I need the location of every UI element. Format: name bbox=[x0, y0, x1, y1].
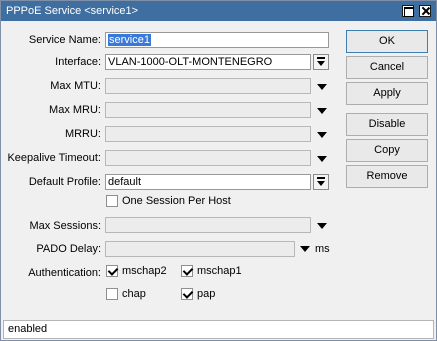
max-sessions-dropdown-icon[interactable] bbox=[317, 223, 327, 229]
auth-mschap2-checkbox[interactable] bbox=[106, 265, 118, 277]
auth-mschap2-label: mschap2 bbox=[122, 265, 167, 277]
remove-button[interactable]: Remove bbox=[346, 165, 428, 188]
auth-chap-label: chap bbox=[122, 288, 146, 300]
service-name-value: service1 bbox=[108, 34, 151, 46]
auth-chap-checkbox[interactable] bbox=[106, 288, 118, 300]
max-mtu-input[interactable] bbox=[105, 78, 311, 94]
default-profile-dropdown-icon[interactable] bbox=[313, 174, 329, 190]
auth-pap-checkbox[interactable] bbox=[181, 288, 193, 300]
keepalive-timeout-label: Keepalive Timeout: bbox=[7, 152, 101, 164]
cancel-button[interactable]: Cancel bbox=[346, 56, 428, 79]
keepalive-timeout-input[interactable] bbox=[105, 150, 311, 166]
auth-mschap1-checkbox[interactable] bbox=[181, 265, 193, 277]
mrru-label: MRRU: bbox=[64, 128, 101, 140]
max-mru-input[interactable] bbox=[105, 102, 311, 118]
title-bar[interactable]: PPPoE Service <service1> bbox=[1, 1, 436, 21]
status-bar: enabled bbox=[3, 320, 434, 339]
authentication-label: Authentication: bbox=[28, 267, 101, 279]
max-mru-label: Max MRU: bbox=[49, 104, 101, 116]
max-sessions-input[interactable] bbox=[105, 217, 311, 233]
interface-label: Interface: bbox=[55, 56, 101, 68]
mrru-dropdown-icon[interactable] bbox=[317, 132, 327, 138]
interface-dropdown-icon[interactable] bbox=[313, 54, 329, 70]
ok-button[interactable]: OK bbox=[346, 30, 428, 53]
pado-delay-input[interactable] bbox=[105, 241, 295, 257]
max-sessions-label: Max Sessions: bbox=[29, 220, 101, 232]
apply-button[interactable]: Apply bbox=[346, 82, 428, 105]
disable-button[interactable]: Disable bbox=[346, 113, 428, 136]
one-session-per-host-label: One Session Per Host bbox=[122, 195, 231, 207]
interface-select[interactable]: VLAN-1000-OLT-MONTENEGRO bbox=[105, 54, 311, 70]
auth-mschap1-label: mschap1 bbox=[197, 265, 242, 277]
max-mru-dropdown-icon[interactable] bbox=[317, 108, 327, 114]
default-profile-select[interactable]: default bbox=[105, 174, 311, 190]
pado-delay-unit: ms bbox=[315, 243, 330, 255]
service-name-label: Service Name: bbox=[28, 34, 101, 46]
default-profile-label: Default Profile: bbox=[28, 176, 101, 188]
keepalive-timeout-dropdown-icon[interactable] bbox=[317, 156, 327, 162]
max-mtu-dropdown-icon[interactable] bbox=[317, 84, 327, 90]
pado-delay-dropdown-icon[interactable] bbox=[300, 246, 310, 252]
pppoe-service-dialog: PPPoE Service <service1> Service Name: s… bbox=[0, 0, 437, 341]
maximize-icon[interactable] bbox=[402, 5, 414, 17]
pado-delay-label: PADO Delay: bbox=[36, 243, 101, 255]
one-session-per-host-checkbox[interactable] bbox=[106, 195, 118, 207]
window-title: PPPoE Service <service1> bbox=[6, 5, 139, 17]
service-name-input[interactable]: service1 bbox=[105, 32, 329, 48]
copy-button[interactable]: Copy bbox=[346, 139, 428, 162]
mrru-input[interactable] bbox=[105, 126, 311, 142]
auth-pap-label: pap bbox=[197, 288, 216, 300]
max-mtu-label: Max MTU: bbox=[50, 80, 101, 92]
close-icon[interactable] bbox=[419, 5, 431, 17]
